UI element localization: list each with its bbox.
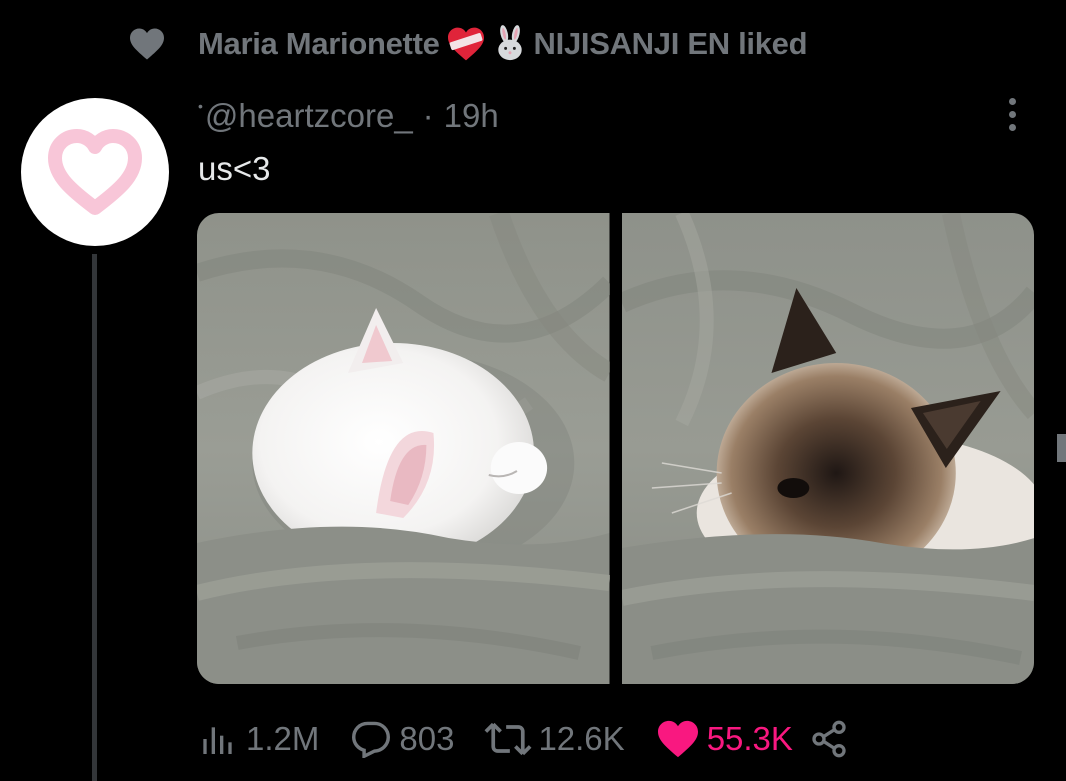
like-count: 55.3K — [706, 720, 793, 757]
retweet-count: 12.6K — [538, 720, 625, 757]
liker-name: Maria Marionette — [198, 26, 440, 61]
heart-icon — [130, 28, 164, 60]
social-context[interactable]: Maria Marionette NIJISANJI EN liked — [128, 24, 808, 64]
retweet-button[interactable]: 12.6K — [484, 720, 625, 758]
heart-filled-icon — [657, 720, 698, 758]
views-count: 1.2M — [246, 720, 320, 757]
views-button[interactable]: 1.2M — [200, 720, 319, 758]
social-context-text: NIJISANJI EN liked — [533, 26, 808, 61]
ragdoll-cat-photo — [621, 213, 1034, 684]
dot-icon: • — [198, 98, 203, 114]
tweet-header: • @heartzcore_ · 19h — [198, 96, 499, 136]
retweet-icon — [484, 722, 532, 756]
tweet-timestamp[interactable]: 19h — [444, 97, 499, 135]
reply-button[interactable]: 803 — [349, 720, 454, 758]
photo-ragdoll-cat[interactable] — [621, 213, 1034, 684]
header-separator: · — [422, 97, 434, 134]
action-bar: 1.2M 803 12.6K 55.3K — [200, 716, 879, 762]
user-handle[interactable]: @heartzcore_ — [205, 97, 413, 135]
pink-heart-avatar-icon — [48, 129, 142, 215]
tweet-text: us<3 — [198, 150, 271, 187]
media-grid — [197, 213, 1034, 684]
rabbit-icon — [492, 25, 528, 63]
scrollbar-thumb[interactable] — [1057, 434, 1066, 462]
reply-count: 803 — [399, 720, 455, 757]
photo-white-cat[interactable] — [197, 213, 610, 684]
share-icon — [812, 720, 846, 758]
views-icon — [203, 727, 232, 754]
reply-icon — [352, 721, 391, 758]
like-button[interactable]: 55.3K — [655, 719, 793, 759]
white-cat-photo — [197, 213, 610, 684]
more-options-icon[interactable] — [1000, 94, 1024, 134]
bandaged-heart-icon — [446, 26, 486, 62]
share-button[interactable] — [809, 719, 849, 759]
thread-line — [92, 254, 97, 781]
avatar[interactable] — [21, 98, 169, 246]
